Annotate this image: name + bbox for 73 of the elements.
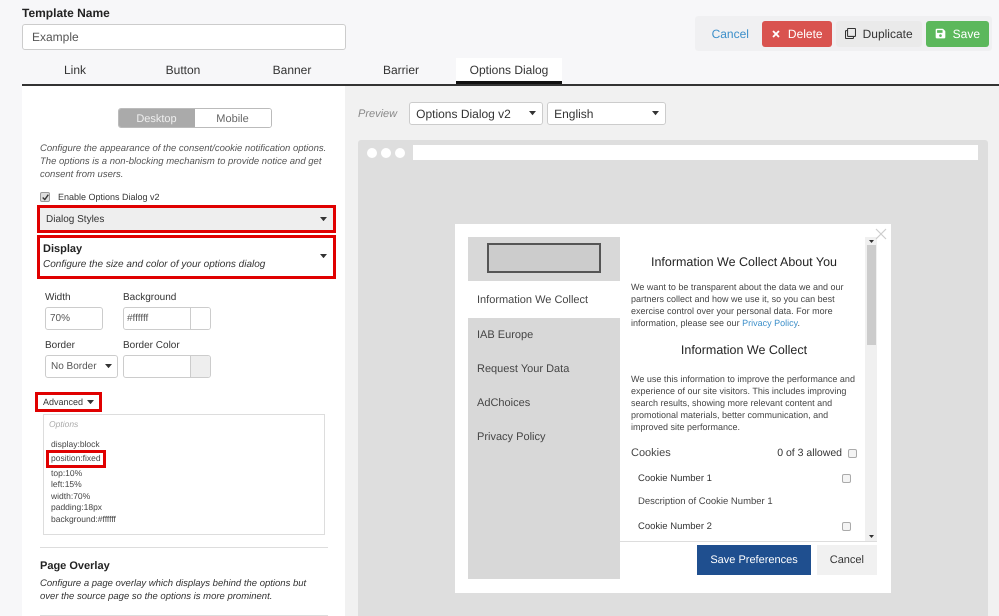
checkbox[interactable] [848, 448, 857, 458]
intro-text: We want to be transparent about the data we and our partners collect and how we use it, so you can best exercise control over your personal data. For more information, please see our Privacy Policy. [631, 281, 844, 329]
code-line: position:fixed [49, 453, 103, 465]
nav-item[interactable]: IAB Europe [468, 318, 620, 352]
caret-icon [105, 364, 112, 368]
template-name-field[interactable]: Example [22, 24, 346, 50]
color-field[interactable] [123, 354, 211, 378]
scrollbar-thumb[interactable] [866, 245, 876, 345]
save-preferences-button[interactable]: Save Preferences [697, 545, 811, 575]
tab[interactable]: Button [128, 58, 238, 84]
body-text: We use this information to improve the performance and experience of our site visitors. This includes improving search results, showing more relevant content and promotional materials, better communication, and improved site performance. [631, 373, 856, 433]
code-line: display:block [50, 438, 101, 450]
advanced-toggle[interactable]: Advanced [38, 394, 100, 409]
tab[interactable]: Barrier [346, 58, 456, 84]
window-dot [381, 148, 391, 158]
checkbox[interactable] [842, 474, 851, 483]
nav-item[interactable]: Privacy Policy [468, 420, 620, 454]
section-description: Configure a page overlay which displays behind the options but over the source page so the options is more prominent. [40, 577, 308, 603]
checkbox[interactable] [842, 522, 851, 531]
options-label: Options [49, 418, 80, 429]
description-text: Configure the appearance of the consent/cookie notification options. The options is a non-blocking mechanism to provide notice and get consent from users. [40, 142, 328, 182]
cookies-label: Cookies [631, 447, 671, 459]
caret-icon [320, 254, 327, 258]
field-label: Border [45, 340, 76, 351]
code-line: background:#ffffff [50, 514, 117, 526]
preview-select[interactable]: English [547, 102, 666, 125]
cookie-name: Cookie Number 2 [638, 521, 712, 532]
preview-label: Preview [358, 108, 398, 120]
checkbox[interactable] [40, 192, 50, 202]
preview-select[interactable]: Options Dialog v2 [409, 102, 544, 125]
scrollbar[interactable] [865, 237, 877, 541]
copy-icon [844, 28, 856, 39]
cookie-name: Cookie Number 1 [638, 473, 712, 484]
nav-item[interactable]: Information We Collect [468, 281, 620, 318]
cookie-description: Description of Cookie Number 1 [637, 496, 774, 507]
field-label: Width [45, 292, 72, 303]
tab[interactable]: Link [22, 58, 128, 84]
nav-item[interactable]: Request Your Data [468, 352, 620, 386]
action-button[interactable]: Delete [762, 20, 832, 46]
close-icon [770, 28, 781, 38]
field-label: Template Name [22, 6, 111, 20]
caret-icon [320, 216, 327, 222]
caret-icon [652, 111, 660, 116]
action-button[interactable]: Duplicate [836, 20, 922, 46]
code-line: padding:18px [50, 502, 104, 514]
dialog-title: Information We Collect About You [650, 255, 838, 269]
cancel-button[interactable]: Cancel [816, 545, 877, 575]
width-field[interactable]: 70% [45, 306, 103, 330]
tab[interactable]: Options Dialog [456, 58, 562, 84]
field-label: Border Color [123, 340, 181, 351]
code-line: width:70% [50, 490, 92, 502]
code-line: top:10% [50, 468, 84, 480]
close-icon[interactable] [875, 228, 887, 240]
scroll-down-icon [868, 535, 874, 538]
window-dot [395, 148, 405, 158]
caret-icon [529, 111, 536, 116]
field-label: Background [123, 292, 178, 303]
nav-item[interactable]: AdChoices [468, 386, 620, 420]
dialog-subtitle: Information We Collect [680, 343, 808, 357]
color-field[interactable]: #ffffff [123, 306, 211, 330]
section-description: Configure the size and color of your options dialog [43, 258, 266, 270]
border-select[interactable]: No Border [45, 354, 118, 378]
style-dropdown[interactable]: Dialog Styles [40, 208, 333, 230]
code-line: left:15% [50, 479, 83, 491]
section-title: Display [43, 242, 84, 255]
section-title: Page Overlay [40, 560, 111, 572]
privacy-link[interactable]: Privacy Policy [742, 318, 798, 328]
checkbox-label: Enable Options Dialog v2 [58, 192, 160, 202]
window-dot [367, 148, 377, 158]
allowed-count: 0 of 3 allowed [777, 447, 842, 459]
tab[interactable]: Banner [238, 58, 346, 84]
caret-icon [87, 400, 94, 404]
options-textarea[interactable]: Options display:block position:fixed top:10% left:15% width:70% padding:18px background:#ffffff [43, 414, 325, 535]
